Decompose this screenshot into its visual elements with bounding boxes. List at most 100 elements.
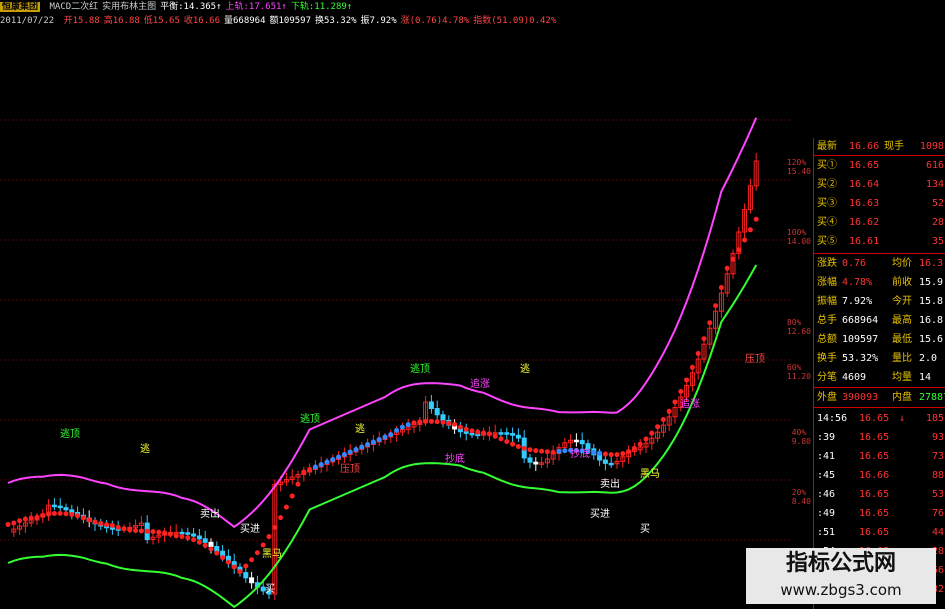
bid-vol: 52 — [931, 198, 944, 209]
mid-band-dot — [626, 449, 632, 455]
ohlc-6: 换53.32% — [315, 16, 357, 26]
mid-band-dot — [214, 550, 220, 556]
indicator-1: 实用布林主图 — [102, 2, 157, 12]
tick-price: 16.65 — [859, 413, 890, 424]
bid-price: 16.61 — [849, 236, 880, 247]
candlestick-chart[interactable]: 逃顶逃卖出买进黑马买压顶追涨抄底逃顶 逃卖出买进买黑马追涨压顶逃顶逃抄底 — [0, 32, 790, 609]
candle-body[interactable] — [214, 545, 220, 552]
mid-band-dot — [185, 535, 191, 541]
mid-band-dot — [359, 444, 365, 450]
stat-value: 109597 — [842, 334, 879, 345]
mid-band-dot — [22, 516, 28, 522]
candle-body[interactable] — [469, 432, 475, 436]
mid-band-dot — [75, 513, 81, 519]
candle-body[interactable] — [179, 531, 185, 535]
mid-band-dot — [602, 451, 608, 457]
candle-body[interactable] — [69, 509, 75, 513]
stat-label: 涨幅 — [817, 277, 837, 288]
bid-row-4: 买④ 16.62 28 — [814, 214, 945, 231]
signal-label-15: 追涨 — [680, 397, 700, 410]
candle-body[interactable] — [208, 541, 214, 547]
mid-band-dot — [208, 546, 214, 552]
candle-body[interactable] — [109, 527, 115, 530]
candle-body[interactable] — [57, 505, 63, 509]
panel-divider — [814, 155, 945, 156]
candle-body[interactable] — [504, 432, 510, 435]
candle-body[interactable] — [573, 439, 579, 443]
candle-body[interactable] — [202, 538, 208, 543]
mid-band-dot — [283, 504, 289, 510]
bid-price: 16.65 — [849, 160, 880, 171]
candle-body[interactable] — [602, 459, 608, 464]
mid-band-dot — [620, 451, 626, 457]
candle-body[interactable] — [191, 533, 197, 537]
inner-label: 内盘 — [892, 392, 912, 403]
signal-label-19: 抄底 — [445, 452, 465, 465]
axis-label-4: 40% 9.80 — [791, 428, 811, 446]
candle-body[interactable] — [515, 434, 521, 439]
candle-body[interactable] — [51, 504, 57, 508]
stock-name[interactable]: 恒康集团 — [0, 2, 41, 12]
mid-band-dot — [695, 351, 701, 357]
mid-band-dot — [666, 408, 672, 414]
candle-body[interactable] — [434, 408, 440, 416]
tick-price: 16.65 — [859, 508, 890, 519]
candle-body[interactable] — [510, 433, 516, 436]
stat-row-2: 振幅 7.92% 今开 15.8 — [814, 293, 945, 310]
mid-band-dot — [724, 265, 730, 271]
mid-band-dot — [370, 439, 376, 445]
candle-body[interactable] — [440, 414, 446, 421]
candle-body[interactable] — [533, 461, 539, 465]
chart-header: 恒康集团 MACD二次红 实用布林主图 平衡:14.365↑ 上轨:17.651↑ 下轨… — [0, 0, 556, 32]
mid-band-dot — [330, 457, 336, 462]
mid-band-dot — [405, 422, 411, 428]
tick-time: :39 — [817, 432, 836, 443]
stat-value-2: 15.9 — [919, 277, 944, 288]
mid-band-dot — [46, 511, 52, 517]
tick-dir: ↓ — [899, 413, 906, 424]
mid-band-dot — [127, 527, 133, 533]
ohlc-row: 2011/07/22 开15.88 高16.88 低15.65 收16.66 量6689… — [0, 15, 564, 28]
ohlc-2: 低15.65 — [143, 16, 180, 26]
candle-body[interactable] — [249, 577, 255, 584]
candle-body[interactable] — [579, 440, 585, 445]
mid-band-dot — [365, 442, 371, 447]
candle-body[interactable] — [498, 432, 504, 435]
indicator-3: 上轨:17.651↑ — [225, 2, 287, 12]
bid-row-5: 买⑤ 16.61 35 — [814, 233, 945, 250]
ohlc-3: 收16.66 — [183, 16, 220, 26]
ohlc-1: 高16.88 — [103, 16, 140, 26]
axis-label-0: 120% 15.40 — [786, 158, 811, 176]
axis-label-5: 20% 8.40 — [791, 488, 811, 506]
candle-body[interactable] — [243, 572, 249, 579]
candle-body[interactable] — [463, 431, 469, 434]
stat-value-2: 2.0 — [919, 353, 938, 364]
mid-band-dot — [730, 256, 736, 262]
mid-band-dot — [51, 511, 57, 517]
tick-time: :41 — [817, 451, 836, 462]
mid-band-dot — [649, 430, 655, 436]
ohlc-0: 开15.88 — [63, 16, 100, 26]
candle-body[interactable] — [527, 457, 533, 463]
candle-body[interactable] — [196, 535, 202, 540]
mid-band-dot — [510, 441, 516, 447]
mid-band-dot — [156, 529, 162, 535]
bid-vol: 28 — [931, 217, 944, 228]
mid-band-dot — [434, 419, 440, 425]
mid-band-dot — [423, 418, 429, 424]
mid-band-dot — [411, 420, 417, 426]
mid-band-dot — [672, 399, 678, 405]
stat-value: 668964 — [842, 315, 879, 326]
panel-divider — [814, 387, 945, 388]
mid-band-dot — [428, 418, 434, 424]
signal-label-14: 黑马 — [640, 468, 660, 480]
candle-body[interactable] — [428, 401, 434, 410]
indicator-0: MACD二次红 — [49, 2, 99, 12]
mid-band-dot — [133, 527, 139, 533]
candle-body[interactable] — [63, 507, 69, 511]
candle-body[interactable] — [608, 462, 614, 466]
mid-band-dot — [736, 247, 742, 253]
candle-body[interactable] — [185, 532, 191, 535]
mid-band-dot — [492, 433, 498, 439]
mid-band-dot — [376, 437, 382, 442]
